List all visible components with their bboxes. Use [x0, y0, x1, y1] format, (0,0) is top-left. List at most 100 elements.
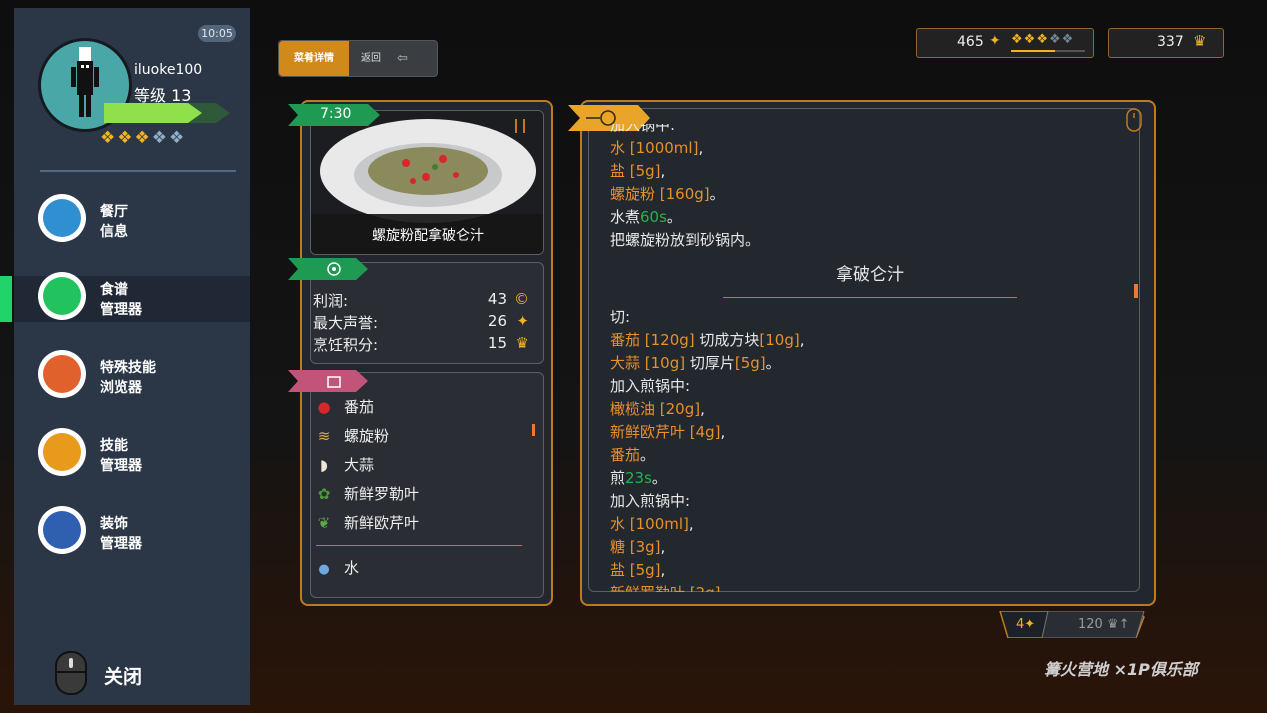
nav-icon-fill [43, 433, 81, 471]
reputation-star-icon: ❖ [1023, 32, 1037, 47]
sidebar-item-recipe[interactable]: 食谱 管理器 [0, 272, 250, 322]
xp-bar [104, 103, 230, 123]
recipe-text: , [799, 331, 805, 349]
reputation-star-icon: ❖ [1011, 32, 1024, 47]
ingredient-amount: 橄榄油 [20g] [610, 400, 701, 418]
rank-star-icon: ❖ [134, 128, 152, 148]
ingredients-scrollbar[interactable] [532, 424, 535, 436]
recipe-line: 糖 [3g], [610, 536, 1130, 559]
stat-label: 最大声誉: [313, 314, 379, 332]
stat-value: 15 [487, 334, 507, 352]
nav-icon-fill [43, 355, 81, 393]
sidebar-item-upgrade-arrow[interactable]: 技能 管理器 [14, 428, 250, 478]
recipe-text: , [688, 515, 694, 533]
sidebar-item-tools[interactable]: 装饰 管理器 [14, 506, 250, 556]
upgrade-arrow-icon [38, 428, 86, 476]
sidebar-item-label: 技能 管理器 [100, 438, 142, 474]
recipe-line: 番茄 [120g] 切成方块[10g], [610, 329, 1130, 352]
recipe-line: 加入煎锅中: [610, 375, 1130, 398]
recipe-scrollbar[interactable] [1134, 284, 1138, 298]
ingredient-amount: 番茄 [610, 446, 641, 464]
parsley-icon: ❦ [317, 514, 331, 532]
sidebar-item-lightbulb[interactable]: 特殊技能 浏览器 [14, 350, 250, 400]
recipe-line: 新鲜欧芹叶 [4g], [610, 421, 1130, 444]
ingredient-name: 新鲜罗勒叶 [344, 485, 420, 503]
recipe-line: 水 [1000ml], [610, 137, 1130, 160]
recipe-text: 水煮 [610, 208, 641, 226]
dish-name: 螺旋粉配拿破仑汁 [372, 228, 484, 244]
cook-duration: 23s [625, 469, 652, 487]
reputation-star-icon: ❖ [1061, 32, 1075, 47]
section-title: 拿破仑汁 [836, 265, 904, 285]
sidebar-item-label: 装饰 管理器 [100, 516, 142, 552]
reputation-stars: ❖❖❖❖❖ [1011, 32, 1074, 47]
star-icon: ✦ [1024, 617, 1036, 632]
stat-row: 利润: 43 © [313, 290, 535, 311]
pager-cost[interactable]: 120 ♛↑ [1078, 617, 1130, 632]
ingredient-item[interactable]: ✿ 新鲜罗勒叶 [314, 483, 419, 504]
chef-hat-up-icon: ♛↑ [1106, 617, 1130, 632]
pager-star-count[interactable]: 4✦ [1016, 617, 1035, 632]
sidebar-item-label: 餐厅 信息 [100, 204, 128, 240]
section-divider [723, 297, 1017, 298]
recipe-text: , [660, 538, 666, 556]
reputation-progress [1011, 50, 1085, 52]
recipe-line: 切: [610, 306, 1130, 329]
ingredient-item[interactable]: ● 番茄 [314, 396, 374, 417]
recipe-text: , [660, 561, 666, 579]
basil-icon: ✿ [317, 485, 331, 503]
view-tabs: 菜肴详情 返回 ⇦ [278, 40, 438, 77]
sidebar-item-restaurant-info[interactable]: 餐厅 信息 [14, 194, 250, 244]
recipe-line: 大蒜 [10g] 切厚片[5g]。 [610, 352, 1130, 375]
ingredient-item[interactable]: ❦ 新鲜欧芹叶 [314, 512, 419, 533]
recipe-text: 把螺旋粉放到砂锅内。 [610, 231, 761, 249]
stat-value: 26 [487, 312, 507, 330]
rank-stars: ❖❖❖❖❖ [100, 128, 186, 148]
ingredient-amount: 盐 [5g] [610, 162, 661, 180]
cook-duration: 60s [640, 208, 667, 226]
reputation-value: 465 [957, 34, 984, 50]
sidebar: 10:05 iluoke100 等级 13 ❖❖❖❖❖ 餐厅 信息 食谱 管理器特… [0, 8, 250, 705]
ingredient-amount: 新鲜欧芹叶 [4g] [610, 423, 721, 441]
extra-name: 水 [344, 559, 360, 577]
reputation-star-icon: ❖ [1036, 32, 1049, 47]
recipe-line: 水 [100ml], [610, 513, 1130, 536]
ingredient-amount: 新鲜罗勒叶 [2g] [610, 584, 721, 592]
ingredient-amount: 水 [100ml] [610, 515, 689, 533]
extra-item[interactable]: ● 水 [314, 557, 359, 578]
ingredient-amount: 水 [1000ml] [610, 139, 699, 157]
recipe-text: 。 [765, 354, 781, 372]
back-arrow-icon[interactable]: ⇦ [397, 41, 408, 76]
rank-star-icon: ❖ [151, 128, 169, 148]
active-indicator [0, 276, 12, 322]
sidebar-item-label: 食谱 管理器 [100, 282, 142, 318]
username: iluoke100 [134, 62, 203, 78]
recipe-line: 把螺旋粉放到砂锅内。 [610, 229, 1130, 252]
recipe-text: 切: [610, 308, 631, 326]
garlic-icon: ◗ [320, 456, 328, 474]
recipe-text: , [660, 162, 666, 180]
reputation-counter: 465 ✦ ❖❖❖❖❖ [916, 28, 1094, 58]
recipe-text: , [698, 139, 704, 157]
tab-dish-details[interactable]: 菜肴详情 [279, 41, 349, 76]
back-button[interactable]: 返回 [361, 41, 381, 76]
close-button[interactable]: 关闭 [104, 662, 142, 689]
ingredient-amount: [10g] [759, 331, 800, 349]
cook-points-value: 337 [1157, 34, 1184, 50]
mouse-icon [55, 651, 87, 695]
ingredient-item[interactable]: ≋ 螺旋粉 [314, 425, 389, 446]
tomato-icon: ● [317, 398, 331, 416]
reputation-star-icon: ❖ [1048, 32, 1062, 47]
ingredient-item[interactable]: ◗ 大蒜 [314, 454, 374, 475]
recipe-panel: 加入锅中: 水 [1000ml], 盐 [5g], 螺旋粉 [160g]。 水煮6… [568, 100, 1156, 606]
pin-icon[interactable] [515, 119, 525, 133]
recipe-line: 橄榄油 [20g], [610, 398, 1130, 421]
recipe-text: 加入煎锅中: [610, 377, 691, 395]
ingredient-name: 新鲜欧芹叶 [344, 514, 420, 532]
nav-icon-fill [43, 277, 81, 315]
dish-photo-card: 螺旋粉配拿破仑汁 [310, 110, 544, 255]
restaurant-info-icon [38, 194, 86, 242]
lightbulb-icon [38, 350, 86, 398]
recipe-text: 。 [651, 469, 667, 487]
ingredient-name: 大蒜 [344, 456, 375, 474]
